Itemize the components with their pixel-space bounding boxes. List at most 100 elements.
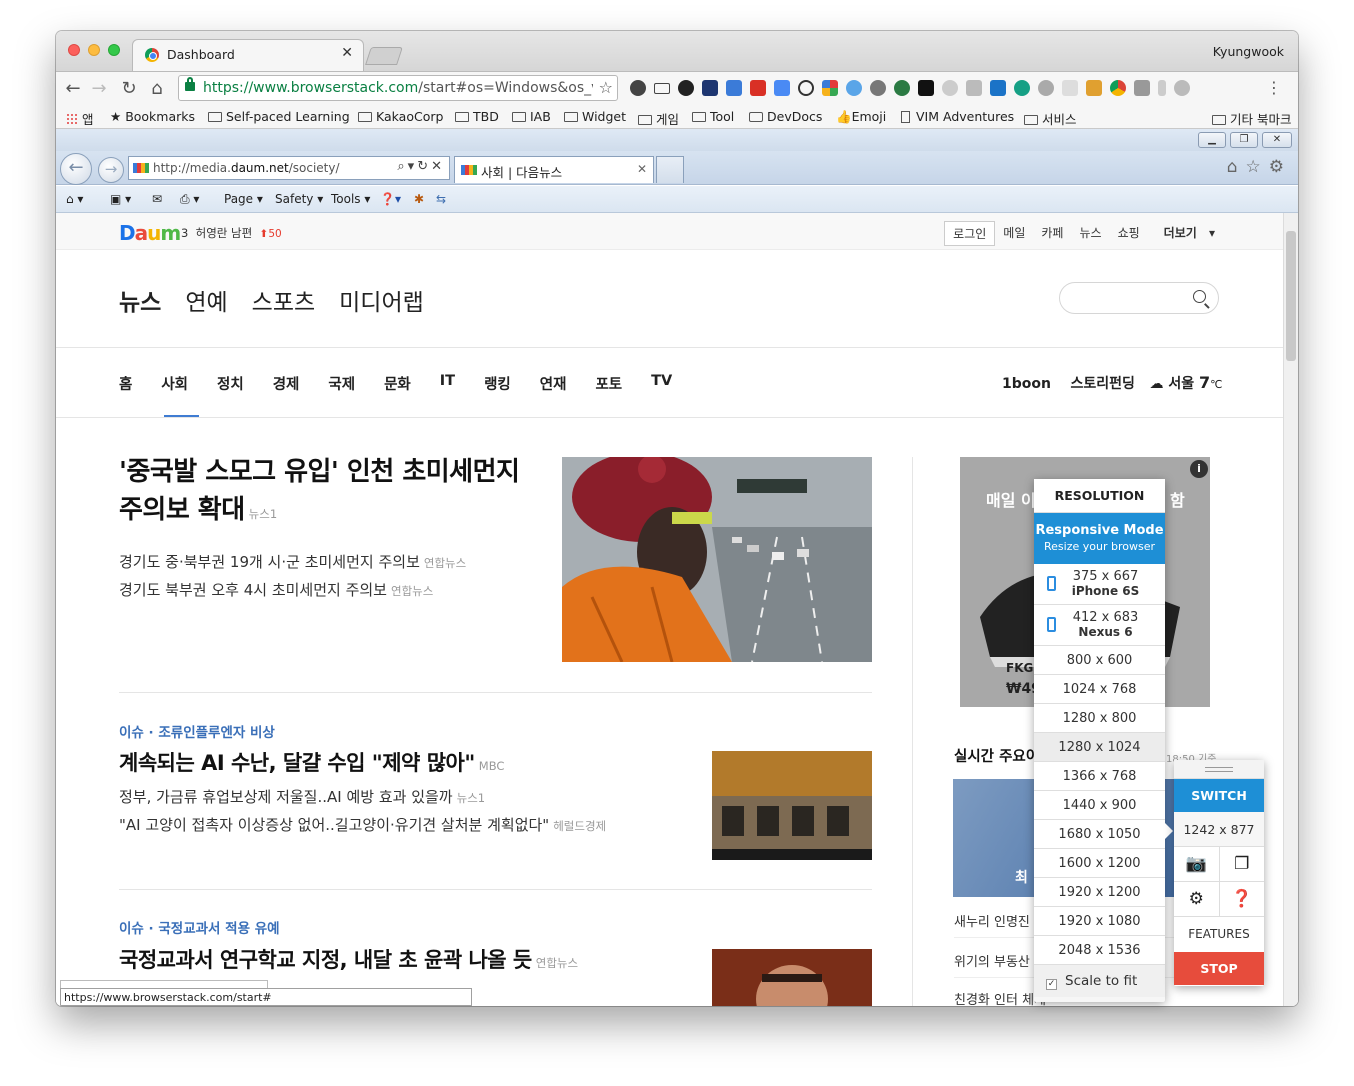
article-headline[interactable]: 국정교과서 연구학교 지정, 내달 초 윤곽 나올 듯 연합뉴스: [119, 944, 578, 974]
issue-tag[interactable]: 이슈 · 국정교과서 적용 유예: [119, 917, 280, 937]
device-option-nexus[interactable]: 412 x 683 Nexus 6: [1034, 605, 1165, 646]
bookmark-bookmarks[interactable]: ★ Bookmarks: [110, 109, 195, 124]
ie-minimize-button[interactable]: ▁: [1198, 132, 1226, 148]
chrome-extension-icon[interactable]: [1110, 80, 1126, 96]
storyfunding-link[interactable]: 스토리펀딩: [1070, 376, 1134, 392]
zoom-window-button[interactable]: [108, 44, 120, 56]
cloud-extension-icon[interactable]: [1174, 80, 1190, 96]
features-button[interactable]: FEATURES: [1174, 917, 1264, 952]
ie-research-icon[interactable]: ✱: [414, 192, 424, 206]
resolution-option[interactable]: 1920 x 1200: [1034, 878, 1165, 907]
extension-icon[interactable]: [894, 80, 910, 96]
resolution-option[interactable]: 1920 x 1080: [1034, 907, 1165, 936]
address-controls[interactable]: ⌕▾↻✕: [397, 159, 445, 174]
extension-icon[interactable]: [990, 80, 1006, 96]
bookmark-folder[interactable]: 게임: [638, 109, 679, 128]
ie-tools-menu[interactable]: Tools ▾: [331, 192, 370, 206]
related-link[interactable]: 경기도 북부권 오후 4시 초미세먼지 주의보 연합뉴스: [119, 579, 433, 600]
issue-tag[interactable]: 이슈 · 조류인플루엔자 비상: [119, 721, 275, 741]
headline-article[interactable]: '중국발 스모그 유입' 인천 초미세먼지 주의보 확대 뉴스1: [119, 453, 539, 533]
ad-info-icon[interactable]: i: [1190, 460, 1208, 478]
bookmark-other[interactable]: 기타 북마크: [1212, 109, 1291, 128]
ie-mail-icon[interactable]: ✉: [152, 192, 162, 206]
omnibox[interactable]: https://www.browserstack.com/start#os=Wi…: [178, 75, 618, 101]
extension-icon[interactable]: [846, 80, 862, 96]
gnb-news[interactable]: 뉴스: [119, 283, 161, 317]
extension-icon[interactable]: [1062, 80, 1078, 96]
checkbox-icon[interactable]: ✓: [1046, 979, 1057, 990]
mail-link[interactable]: 메일: [995, 221, 1033, 246]
related-link[interactable]: "AI 고양이 접촉자 이상증상 없어..길고양이·유기견 살처분 계획없다" 헤…: [119, 814, 606, 835]
lnb-ranking[interactable]: 랭킹: [484, 373, 511, 394]
vertical-scrollbar[interactable]: [1283, 213, 1298, 1006]
extension-icon[interactable]: [870, 80, 886, 96]
lnb-it[interactable]: IT: [440, 373, 455, 394]
ie-print-icon[interactable]: ⎙ ▾: [180, 192, 199, 207]
resolution-option[interactable]: 1366 x 768: [1034, 762, 1165, 791]
lnb-tv[interactable]: TV: [651, 373, 672, 394]
extension-icon[interactable]: [1038, 80, 1054, 96]
ie-new-tab-button[interactable]: [656, 156, 684, 183]
extension-icon[interactable]: [726, 80, 742, 96]
realtime-link[interactable]: 친경화 인터 체계: [954, 989, 1046, 1006]
gnb-sports[interactable]: 스포츠: [252, 283, 315, 317]
switch-button[interactable]: SWITCH: [1174, 779, 1264, 812]
ie-page-menu[interactable]: Page ▾: [224, 192, 263, 206]
windows-icon[interactable]: ❐: [1218, 847, 1265, 881]
ie-tab-close-icon[interactable]: ✕: [637, 162, 647, 176]
search-icon[interactable]: [1193, 290, 1206, 303]
reload-icon[interactable]: ↻: [118, 78, 140, 99]
news-link[interactable]: 뉴스: [1071, 221, 1109, 246]
more-menu[interactable]: 더보기 ▾: [1148, 221, 1223, 246]
drag-handle[interactable]: [1174, 760, 1264, 779]
extension-icon[interactable]: [630, 80, 646, 96]
device-option-iphone[interactable]: 375 x 667 iPhone 6S: [1034, 564, 1165, 605]
bookmark-folder[interactable]: KakaoCorp: [358, 109, 443, 124]
bookmark-folder[interactable]: Tool: [692, 109, 734, 124]
headline-photo[interactable]: [562, 457, 872, 662]
chrome-menu-icon[interactable]: ⋮: [1266, 78, 1282, 97]
daum-logo[interactable]: Daum: [119, 221, 181, 245]
chrome-tab-dashboard[interactable]: Dashboard ✕: [132, 39, 364, 71]
ie-address-bar[interactable]: http://media.daum.net/society/ ⌕▾↻✕: [128, 156, 450, 180]
gnb-entertainment[interactable]: 연예: [185, 283, 227, 317]
lnb-politics[interactable]: 정치: [217, 373, 244, 394]
lnb-society[interactable]: 사회: [161, 373, 188, 394]
bookmark-folder[interactable]: TBD: [455, 109, 499, 124]
article-photo[interactable]: [712, 751, 872, 860]
camera-extension-icon[interactable]: [918, 80, 934, 96]
resolution-option[interactable]: 1024 x 768: [1034, 675, 1165, 704]
ie-compat-icon[interactable]: ⇆: [436, 192, 446, 206]
resolution-option[interactable]: 2048 x 1536: [1034, 936, 1165, 965]
lnb-economy[interactable]: 경제: [273, 373, 300, 394]
scrollbar-thumb[interactable]: [1286, 231, 1296, 361]
translate-icon[interactable]: [774, 80, 790, 96]
extension-icon[interactable]: [1086, 80, 1102, 96]
ie-help-icon[interactable]: ❓▾: [380, 192, 401, 206]
back-arrow-icon[interactable]: ←: [62, 78, 84, 99]
bookmark-star-icon[interactable]: ☆: [599, 78, 613, 97]
lnb-international[interactable]: 국제: [328, 373, 355, 394]
extension-icon[interactable]: [798, 80, 814, 96]
realtime-link[interactable]: 새누리 인명진: [954, 911, 1030, 930]
resolution-option[interactable]: 800 x 600: [1034, 646, 1165, 675]
bookmark-folder[interactable]: Widget: [564, 109, 626, 124]
tab-close-icon[interactable]: ✕: [341, 45, 353, 61]
profile-name[interactable]: Kyungwook: [1213, 44, 1284, 59]
ie-home-icon[interactable]: ⌂ ▾: [66, 192, 83, 206]
extension-icon[interactable]: [1014, 80, 1030, 96]
home-icon[interactable]: ⌂: [146, 78, 168, 99]
resolution-option[interactable]: 1280 x 800: [1034, 704, 1165, 733]
lnb-series[interactable]: 연재: [540, 373, 567, 394]
shopping-link[interactable]: 쇼핑: [1110, 221, 1148, 246]
bookmark-folder[interactable]: 서비스: [1024, 109, 1077, 128]
article-headline[interactable]: 계속되는 AI 수난, 달걀 수입 "제약 많아" MBC: [119, 747, 504, 777]
ie-forward-icon[interactable]: →: [98, 157, 124, 183]
bookmark-folder[interactable]: Self-paced Learning: [208, 109, 350, 124]
weather-city[interactable]: 서울: [1168, 376, 1194, 392]
bookmark-apps[interactable]: 앱: [66, 109, 94, 128]
gear-icon[interactable]: ⚙: [1174, 882, 1219, 916]
cafe-link[interactable]: 카페: [1033, 221, 1071, 246]
extension-icon[interactable]: [1158, 80, 1166, 96]
related-link[interactable]: 정부, 가금류 휴업보상제 저울질..AI 예방 효과 있을까 뉴스1: [119, 786, 485, 807]
